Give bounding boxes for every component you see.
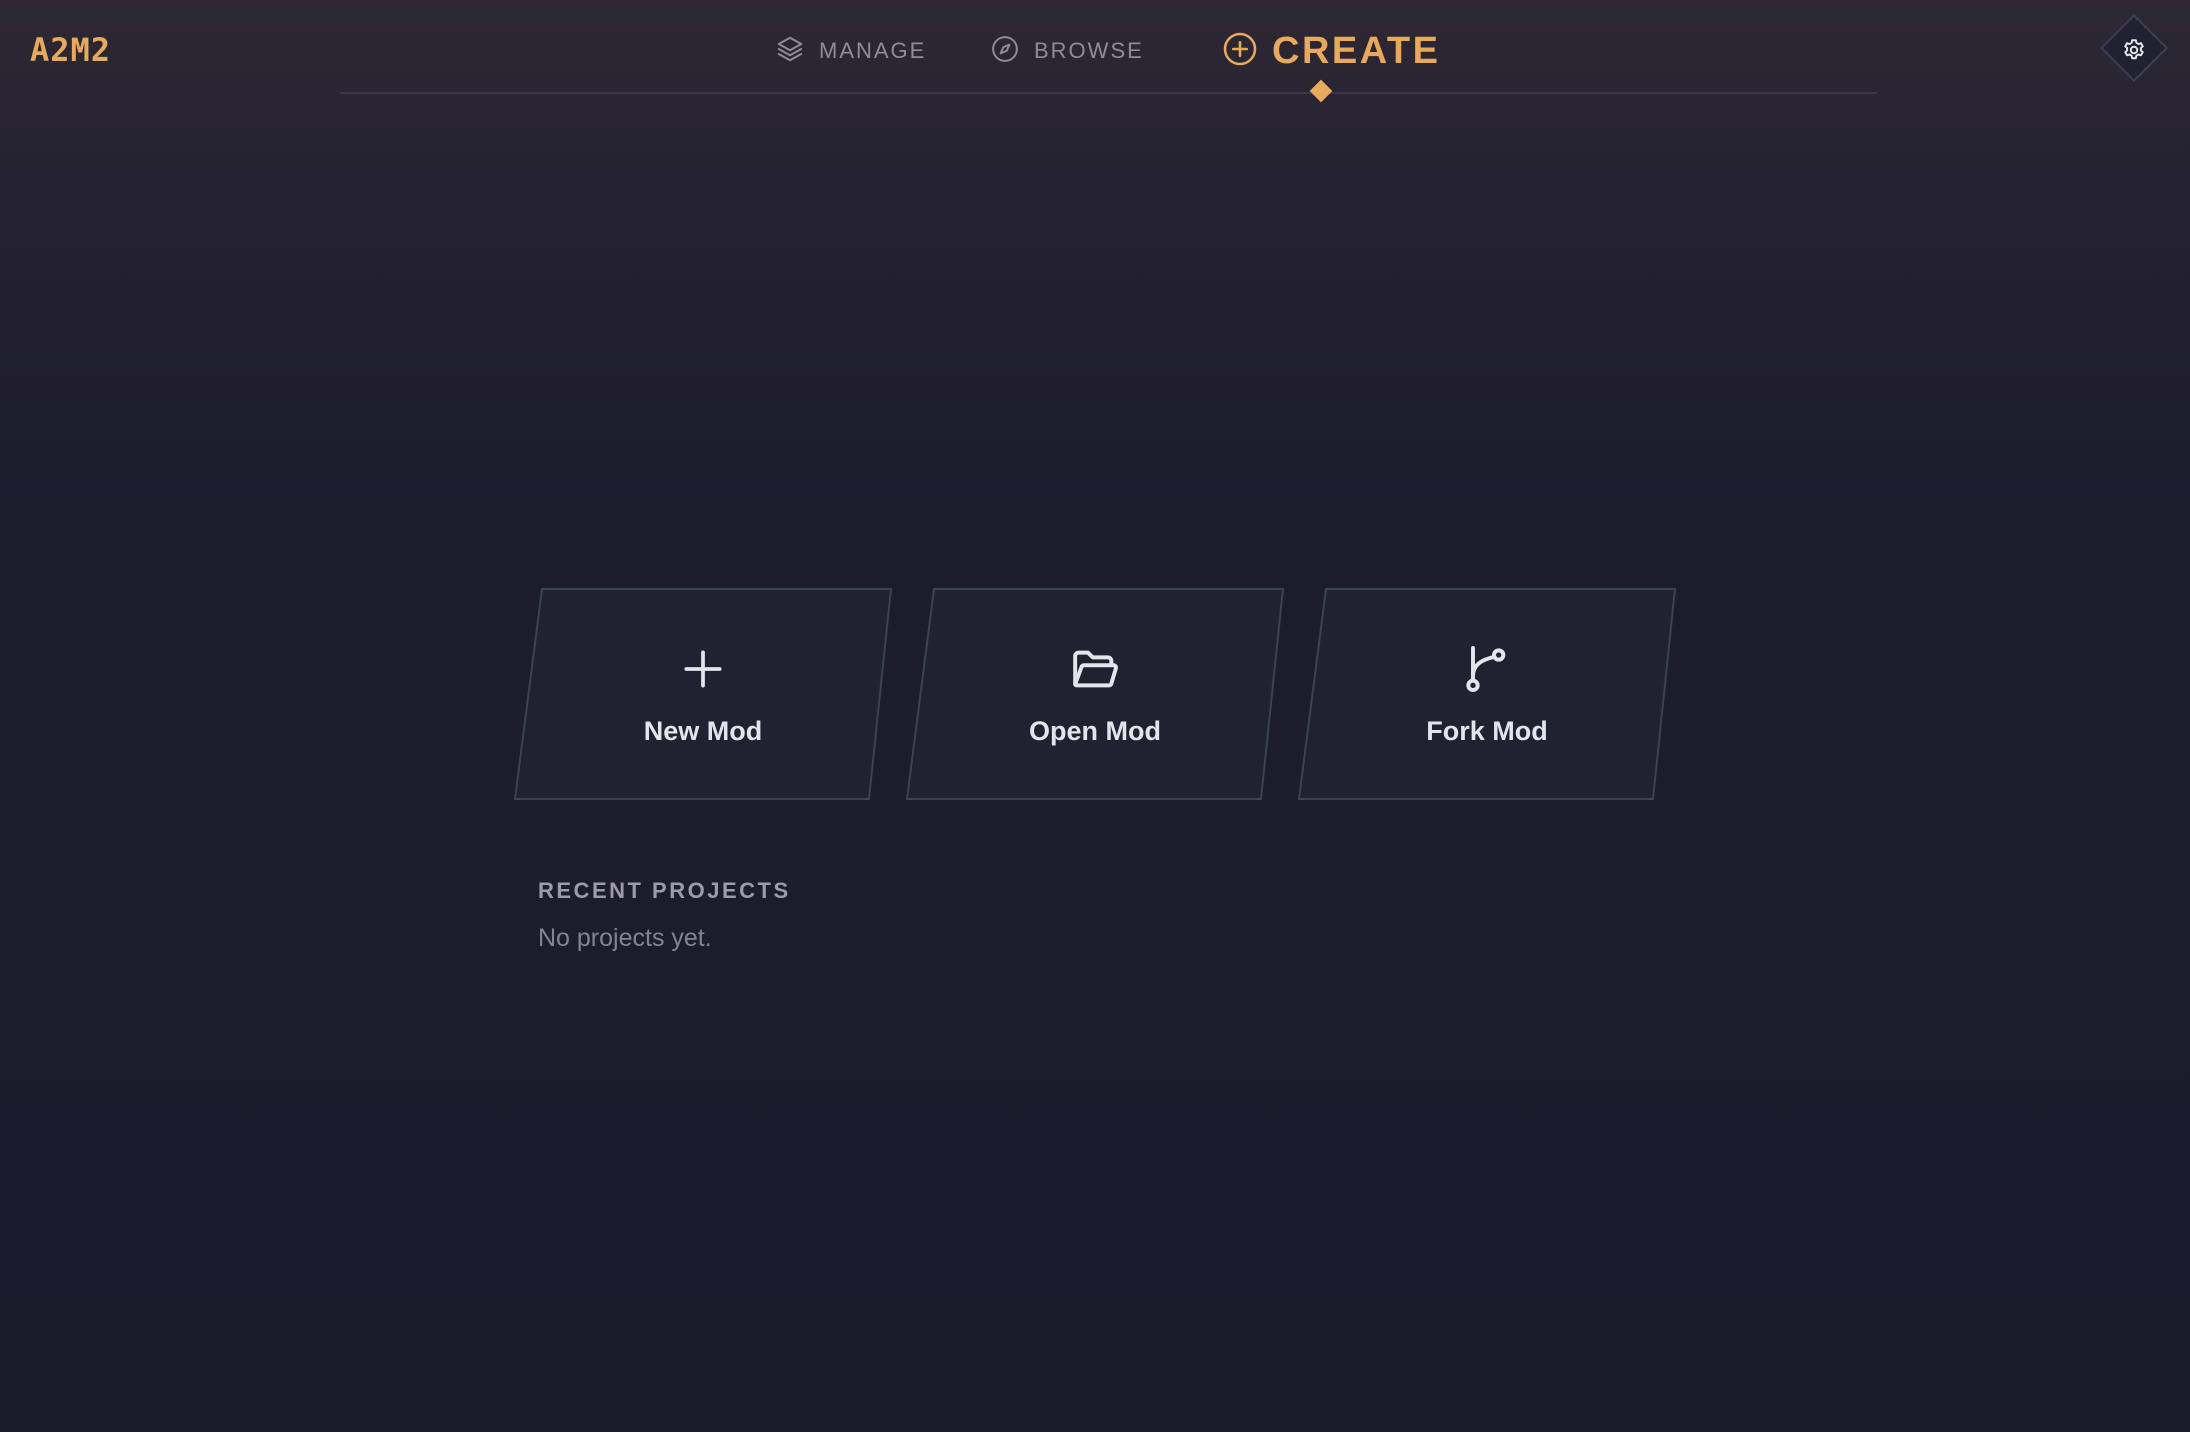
plus-circle-icon bbox=[1222, 31, 1258, 72]
new-mod-button[interactable]: New Mod bbox=[514, 588, 892, 800]
open-mod-button[interactable]: Open Mod bbox=[906, 588, 1284, 800]
new-mod-label: New Mod bbox=[643, 716, 763, 746]
recent-projects-empty-text: No projects yet. bbox=[538, 924, 712, 952]
nav-tab-browse[interactable]: BROWSE bbox=[990, 32, 1144, 70]
nav-tab-create[interactable]: CREATE bbox=[1222, 26, 1440, 76]
top-nav: MANAGE BROWSE CREATE bbox=[0, 0, 2190, 103]
nav-tab-manage[interactable]: MANAGE bbox=[775, 32, 926, 70]
layers-icon bbox=[775, 34, 805, 69]
folder-open-icon bbox=[906, 642, 1284, 696]
nav-tab-create-label: CREATE bbox=[1272, 29, 1441, 72]
fork-mod-label: Fork Mod bbox=[1426, 716, 1548, 746]
nav-tab-manage-label: MANAGE bbox=[819, 38, 927, 63]
fork-mod-button[interactable]: Fork Mod bbox=[1298, 588, 1676, 800]
open-mod-label: Open Mod bbox=[1029, 716, 1161, 746]
active-tab-indicator bbox=[1309, 79, 1333, 103]
nav-tab-browse-label: BROWSE bbox=[1034, 38, 1144, 63]
plus-icon bbox=[514, 642, 892, 696]
recent-projects-heading: RECENT PROJECTS bbox=[538, 878, 791, 903]
nav-divider bbox=[340, 92, 1877, 94]
git-fork-icon bbox=[1298, 642, 1676, 696]
compass-icon bbox=[990, 34, 1020, 69]
